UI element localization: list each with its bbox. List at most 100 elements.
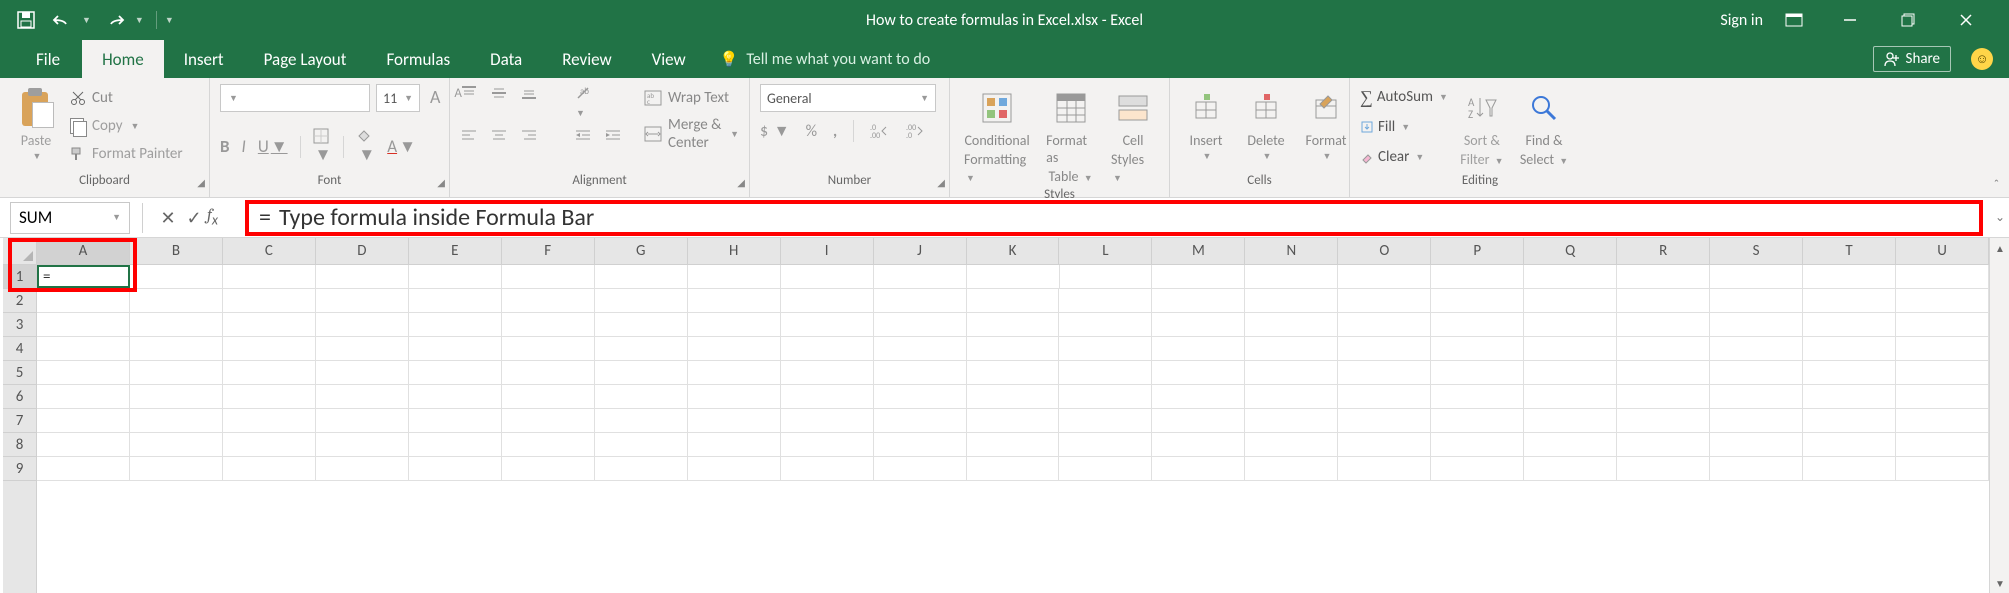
cell[interactable] — [316, 361, 409, 384]
cell[interactable] — [1431, 385, 1524, 408]
bold-button[interactable]: B — [220, 136, 230, 157]
cell[interactable] — [502, 313, 595, 336]
cell[interactable] — [1710, 385, 1803, 408]
cell[interactable] — [37, 457, 130, 480]
percent-format-button[interactable]: % — [806, 122, 817, 141]
copy-button[interactable]: Copy ▼ — [70, 112, 183, 140]
cell[interactable] — [781, 433, 874, 456]
cell[interactable] — [595, 385, 688, 408]
cell[interactable] — [1245, 265, 1338, 288]
cell[interactable] — [1059, 457, 1152, 480]
cell[interactable] — [316, 265, 409, 288]
cell[interactable] — [37, 313, 130, 336]
cell[interactable] — [316, 433, 409, 456]
cell[interactable] — [409, 385, 502, 408]
cut-button[interactable]: Cut — [70, 84, 183, 112]
cell[interactable] — [502, 385, 595, 408]
cell[interactable] — [409, 433, 502, 456]
cell[interactable] — [688, 265, 781, 288]
cell[interactable] — [1710, 265, 1803, 288]
col-header-p[interactable]: P — [1431, 238, 1524, 264]
cell[interactable] — [223, 265, 316, 288]
feedback-smiley-icon[interactable]: ☺ — [1971, 48, 1993, 70]
cell[interactable] — [1803, 361, 1896, 384]
align-center-button[interactable] — [490, 127, 508, 145]
cell[interactable] — [1617, 289, 1710, 312]
name-box-dropdown-icon[interactable]: ▼ — [112, 212, 121, 223]
cell[interactable] — [1152, 361, 1245, 384]
cell[interactable] — [1245, 409, 1338, 432]
cell[interactable] — [1152, 289, 1245, 312]
cell[interactable] — [37, 361, 130, 384]
cell[interactable] — [1524, 385, 1617, 408]
cell[interactable] — [37, 409, 130, 432]
cell[interactable] — [967, 385, 1060, 408]
cell[interactable] — [1710, 433, 1803, 456]
number-dialog-launcher-icon[interactable]: ◢ — [937, 176, 945, 189]
cell[interactable] — [1059, 385, 1152, 408]
find-select-button[interactable]: Find & Select ▼ — [1516, 84, 1572, 170]
cell[interactable] — [1245, 289, 1338, 312]
cell[interactable] — [781, 409, 874, 432]
cell[interactable] — [316, 289, 409, 312]
qat-customize-icon[interactable]: ▼ — [165, 15, 174, 26]
cell[interactable] — [223, 385, 316, 408]
conditional-formatting-button[interactable]: Conditional Formatting ▼ — [960, 84, 1034, 187]
cell[interactable] — [130, 433, 223, 456]
expand-formula-bar-icon[interactable]: ⌄ — [1991, 210, 2009, 225]
cell[interactable] — [502, 433, 595, 456]
cell[interactable] — [874, 289, 967, 312]
cell[interactable] — [1803, 457, 1896, 480]
cell[interactable] — [1059, 289, 1152, 312]
row-header-8[interactable]: 8 — [3, 433, 36, 457]
cell[interactable] — [595, 433, 688, 456]
col-header-n[interactable]: N — [1245, 238, 1338, 264]
cell[interactable] — [1152, 313, 1245, 336]
cell[interactable] — [1803, 433, 1896, 456]
col-header-c[interactable]: C — [223, 238, 316, 264]
alignment-dialog-launcher-icon[interactable]: ◢ — [737, 176, 745, 189]
col-header-t[interactable]: T — [1803, 238, 1896, 264]
insert-function-button[interactable]: fx — [207, 206, 237, 228]
cell[interactable] — [967, 265, 1060, 288]
cell[interactable] — [1431, 457, 1524, 480]
cell[interactable] — [1059, 313, 1152, 336]
cell[interactable] — [130, 265, 223, 288]
col-header-o[interactable]: O — [1338, 238, 1431, 264]
col-header-e[interactable]: E — [409, 238, 502, 264]
cell[interactable] — [1245, 385, 1338, 408]
cell[interactable] — [1059, 361, 1152, 384]
cell[interactable] — [1338, 361, 1431, 384]
scroll-down-icon[interactable]: ▼ — [1990, 573, 2009, 593]
cell[interactable] — [502, 409, 595, 432]
cell[interactable] — [595, 457, 688, 480]
cell[interactable] — [502, 289, 595, 312]
sign-in-link[interactable]: Sign in — [1720, 11, 1763, 30]
cell[interactable] — [316, 337, 409, 360]
cell[interactable] — [688, 433, 781, 456]
cell[interactable] — [1896, 289, 1989, 312]
cell[interactable] — [223, 289, 316, 312]
cell[interactable] — [1059, 409, 1152, 432]
close-icon[interactable] — [1959, 13, 1995, 27]
accounting-format-button[interactable]: $ ▼ — [760, 122, 790, 141]
cell[interactable] — [688, 457, 781, 480]
fill-button[interactable]: Fill▼ — [1360, 114, 1448, 140]
cell[interactable] — [1431, 433, 1524, 456]
format-cells-button[interactable]: Format▼ — [1300, 84, 1352, 164]
tab-review[interactable]: Review — [542, 40, 631, 78]
cell[interactable] — [1431, 337, 1524, 360]
cell[interactable] — [1803, 337, 1896, 360]
autosum-button[interactable]: ∑AutoSum▼ — [1360, 84, 1448, 110]
align-top-button[interactable] — [460, 84, 478, 121]
cell[interactable] — [130, 385, 223, 408]
cell[interactable] — [1617, 313, 1710, 336]
cancel-formula-button[interactable]: ✕ — [155, 207, 181, 229]
cell[interactable] — [781, 265, 874, 288]
cell[interactable] — [781, 289, 874, 312]
cell[interactable] — [1059, 337, 1152, 360]
cell[interactable] — [1524, 409, 1617, 432]
tab-formulas[interactable]: Formulas — [366, 40, 470, 78]
undo-icon[interactable] — [50, 8, 74, 32]
cell[interactable] — [1152, 457, 1245, 480]
